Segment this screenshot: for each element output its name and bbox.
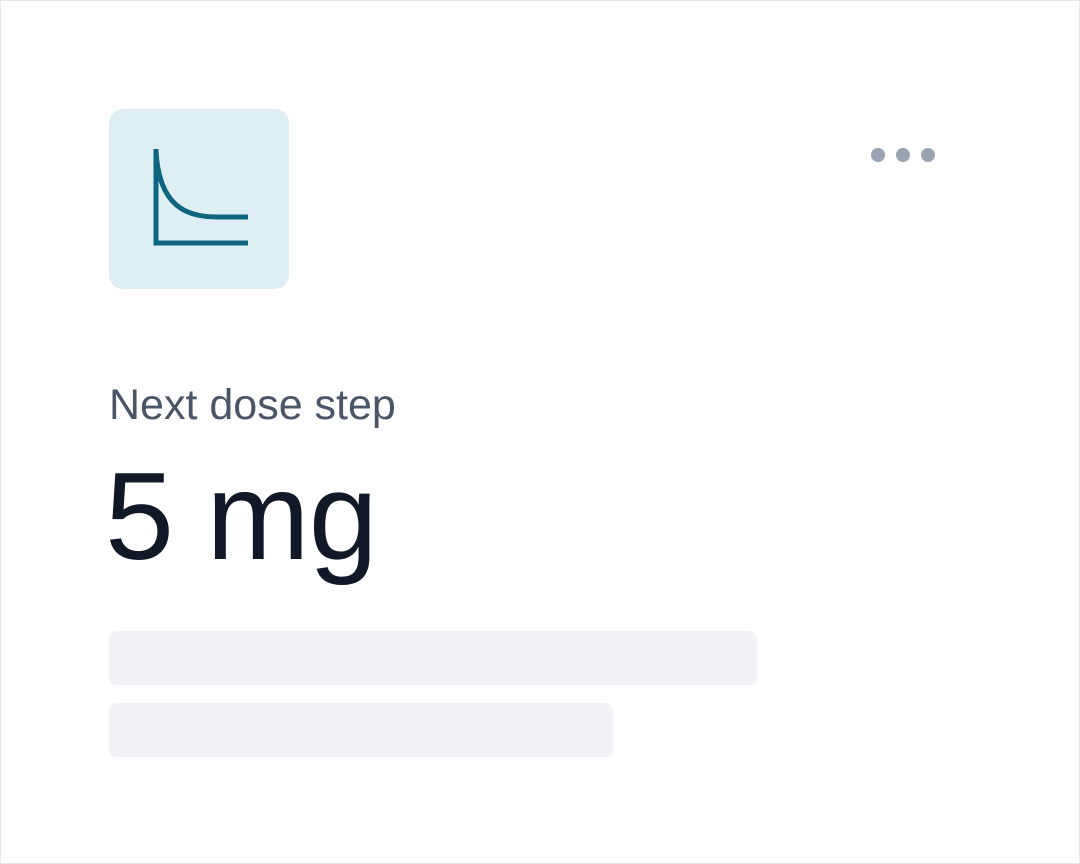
- dose-label: Next dose step: [109, 381, 396, 429]
- decay-curve-icon: [153, 149, 248, 246]
- dose-value: 5 mg: [105, 448, 378, 586]
- dose-card: Next dose step 5 mg: [0, 0, 1080, 864]
- placeholder-line: [109, 631, 757, 685]
- more-options-button[interactable]: [863, 139, 943, 173]
- more-horizontal-icon: [871, 148, 935, 162]
- decay-curve-icon-tile: [109, 109, 289, 289]
- placeholder-line-short: [109, 703, 613, 757]
